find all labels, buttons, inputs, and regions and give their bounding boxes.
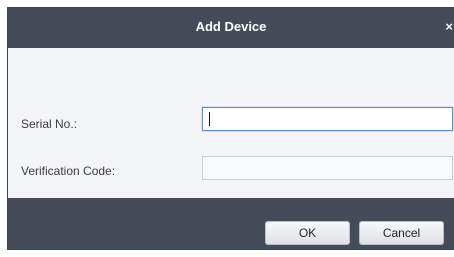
dialog-title: Add Device [195,19,267,34]
serial-no-input[interactable] [202,107,453,131]
add-device-dialog: Add Device × Serial No.: Verification Co… [7,7,454,250]
verification-code-input[interactable] [202,156,453,180]
verification-code-label: Verification Code: [21,164,116,178]
dialog-titlebar: Add Device × [8,8,454,48]
close-icon[interactable]: × [445,19,453,34]
text-caret [209,112,210,126]
dialog-body: Serial No.: Verification Code: [8,48,454,198]
serial-no-label: Serial No.: [21,117,78,131]
dialog-footer: OK Cancel [8,198,454,249]
ok-button[interactable]: OK [265,221,350,245]
cancel-button[interactable]: Cancel [359,221,444,245]
